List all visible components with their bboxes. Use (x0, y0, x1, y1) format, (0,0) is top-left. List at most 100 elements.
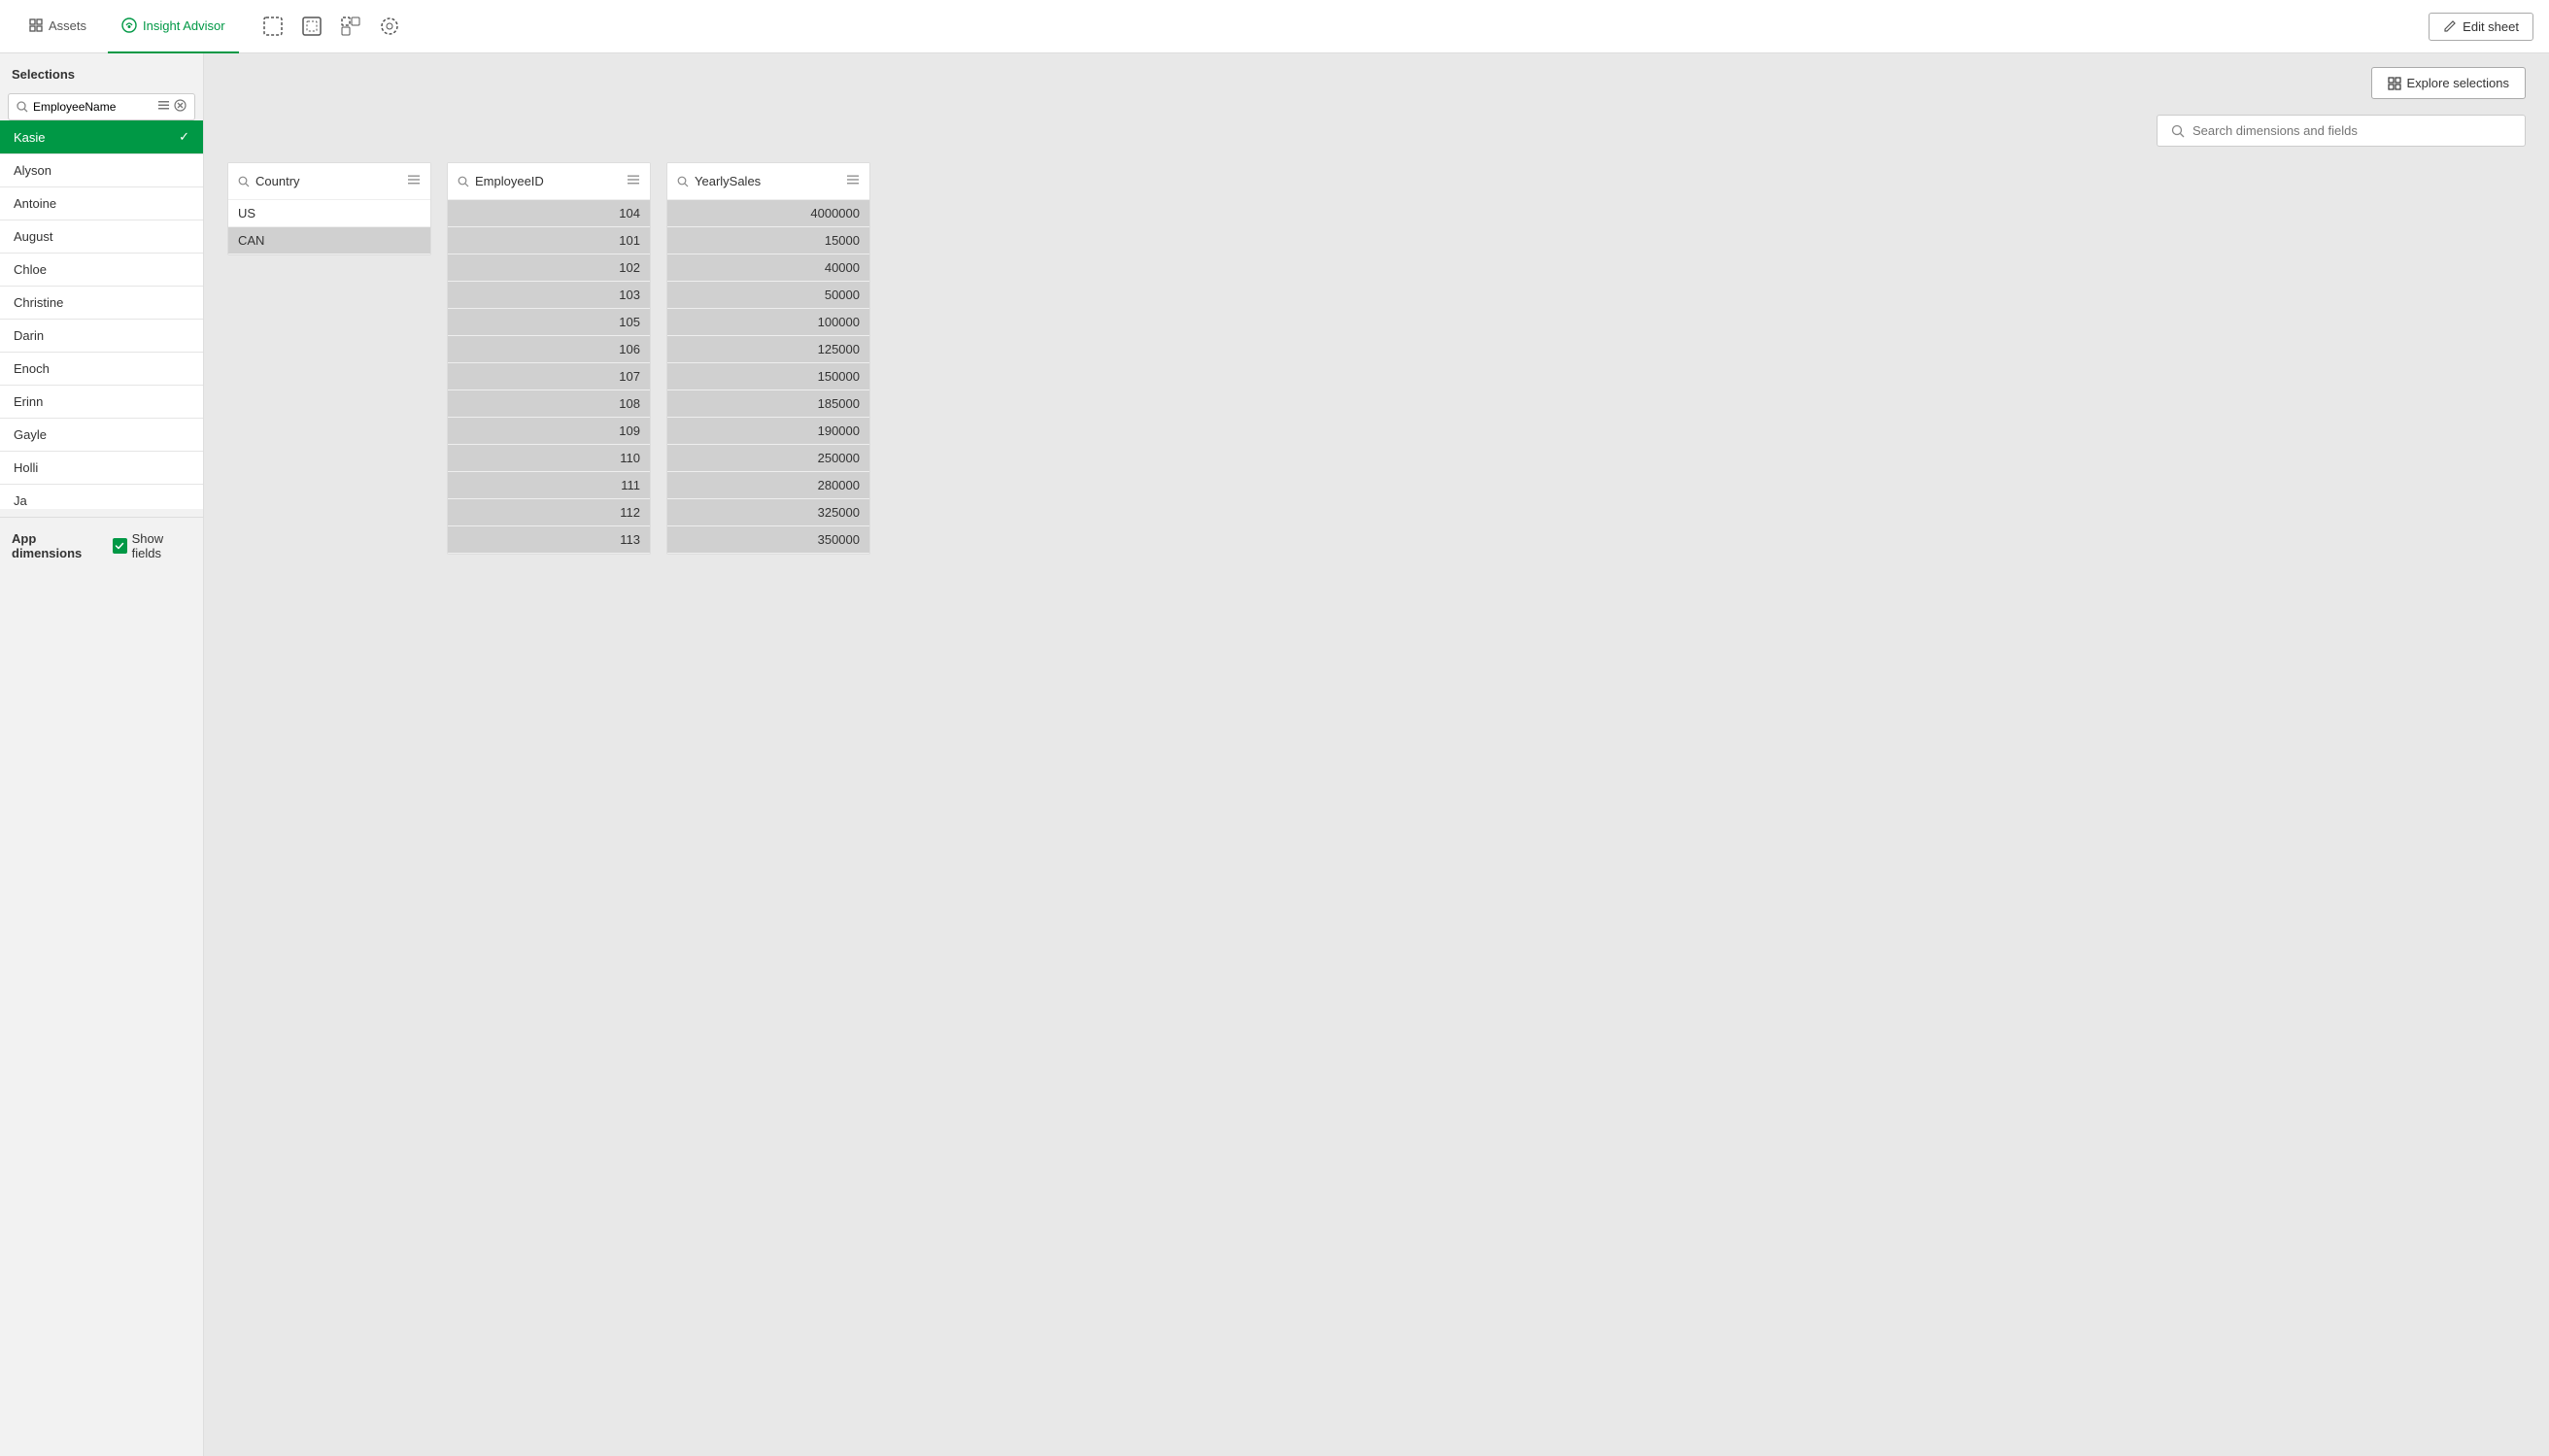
yearlysales-search-icon (677, 176, 689, 187)
explore-bar: Explore selections (204, 53, 2549, 107)
country-menu-icon[interactable] (407, 173, 421, 189)
ysales-row-190000[interactable]: 190000 (667, 418, 869, 445)
selection-item-alyson[interactable]: Alyson (0, 154, 203, 187)
show-fields-toggle[interactable]: Show fields (113, 531, 191, 560)
check-icon-toggle (115, 541, 124, 551)
selection-item-erinn[interactable]: Erinn (0, 386, 203, 419)
employeeid-card-title: EmployeeID (458, 174, 544, 188)
yearlysales-menu-icon[interactable] (846, 173, 860, 189)
country-row-can[interactable]: CAN (228, 227, 430, 254)
ysales-row-40000[interactable]: 40000 (667, 254, 869, 282)
yearlysales-title-text: YearlySales (695, 174, 761, 188)
tab-insight-label: Insight Advisor (143, 18, 225, 33)
selection-item-ja[interactable]: Ja (0, 485, 203, 509)
dimension-cards: Country US (227, 162, 2526, 555)
ysales-row-100000[interactable]: 100000 (667, 309, 869, 336)
dimension-search-bar (227, 107, 2526, 158)
selection-item-darin[interactable]: Darin (0, 320, 203, 353)
ysales-row-250000[interactable]: 250000 (667, 445, 869, 472)
app-dimensions-header: App dimensions Show fields (0, 517, 203, 568)
ysales-row-280000[interactable]: 280000 (667, 472, 869, 499)
yearlysales-card-body: 4000000 15000 40000 50000 100000 125000 … (667, 200, 869, 554)
empid-row-101[interactable]: 101 (448, 227, 650, 254)
selection-item-holli[interactable]: Holli (0, 452, 203, 485)
filter-search-icon (17, 101, 28, 113)
ysales-row-50000[interactable]: 50000 (667, 282, 869, 309)
select-icon-1[interactable] (262, 16, 284, 37)
employeeid-card-body: 104 101 102 103 105 106 107 108 109 110 … (448, 200, 650, 554)
clear-filter-icon[interactable] (174, 99, 187, 115)
employeeid-menu-icon[interactable] (627, 173, 640, 189)
employee-search-input[interactable] (33, 100, 157, 114)
country-search-icon (238, 176, 250, 187)
employeeid-card: EmployeeID 104 101 102 (447, 162, 651, 555)
employeeid-search-icon (458, 176, 469, 187)
employee-filter-box[interactable] (8, 93, 195, 120)
country-card: Country US (227, 162, 431, 255)
dim-search-box[interactable] (2157, 115, 2526, 147)
selections-title: Selections (0, 53, 203, 89)
empid-row-111[interactable]: 111 (448, 472, 650, 499)
left-panel: Selections (0, 53, 204, 1456)
nav-tabs: Assets Insight Advisor (16, 0, 400, 53)
selection-item-antoine[interactable]: Antoine (0, 187, 203, 220)
ysales-row-4000000[interactable]: 4000000 (667, 200, 869, 227)
tab-assets[interactable]: Assets (16, 0, 100, 53)
country-row-us[interactable]: US (228, 200, 430, 227)
select-icon-2[interactable] (301, 16, 323, 37)
empid-row-104[interactable]: 104 (448, 200, 650, 227)
empid-row-112[interactable]: 112 (448, 499, 650, 526)
selection-item-gayle[interactable]: Gayle (0, 419, 203, 452)
select-icon-4[interactable] (379, 16, 400, 37)
employeeid-title-text: EmployeeID (475, 174, 544, 188)
empid-row-105[interactable]: 105 (448, 309, 650, 336)
country-card-header: Country (228, 163, 430, 200)
pencil-icon (2443, 19, 2457, 33)
main-content: Selections (0, 53, 2549, 1456)
ysales-row-15000[interactable]: 15000 (667, 227, 869, 254)
edit-sheet-button[interactable]: Edit sheet (2429, 13, 2533, 41)
ysales-row-325000[interactable]: 325000 (667, 499, 869, 526)
tab-insight-advisor[interactable]: Insight Advisor (108, 0, 239, 53)
empid-row-103[interactable]: 103 (448, 282, 650, 309)
assets-icon (29, 18, 43, 32)
selection-item-august[interactable]: August (0, 220, 203, 254)
explore-selections-label: Explore selections (2407, 76, 2510, 90)
check-icon: ✓ (179, 129, 189, 145)
select-icon-3[interactable] (340, 16, 361, 37)
selection-item-kasie[interactable]: Kasie ✓ (0, 120, 203, 154)
show-fields-label: Show fields (132, 531, 191, 560)
tab-assets-label: Assets (49, 18, 86, 33)
empid-row-109[interactable]: 109 (448, 418, 650, 445)
dim-search-icon (2171, 124, 2185, 138)
dim-search-input[interactable] (2192, 123, 2511, 138)
explore-icon (2388, 77, 2401, 90)
explore-selections-button[interactable]: Explore selections (2371, 67, 2527, 99)
selection-item-chloe[interactable]: Chloe (0, 254, 203, 287)
empid-row-113[interactable]: 113 (448, 526, 650, 554)
filter-icons (157, 99, 187, 115)
empid-row-110[interactable]: 110 (448, 445, 650, 472)
ysales-row-125000[interactable]: 125000 (667, 336, 869, 363)
list-view-icon[interactable] (157, 99, 170, 115)
dimension-area: Country US (204, 107, 2549, 1456)
ysales-row-350000[interactable]: 350000 (667, 526, 869, 554)
yearlysales-card-title: YearlySales (677, 174, 761, 188)
employeeid-card-header: EmployeeID (448, 163, 650, 200)
selection-item-christine[interactable]: Christine (0, 287, 203, 320)
top-navigation: Assets Insight Advisor (0, 0, 2549, 53)
empid-row-107[interactable]: 107 (448, 363, 650, 390)
country-card-title: Country (238, 174, 300, 188)
empid-row-108[interactable]: 108 (448, 390, 650, 418)
selection-list: Kasie ✓ Alyson Antoine August Chloe Chri… (0, 120, 203, 509)
toggle-checkbox[interactable] (113, 538, 127, 554)
empid-row-102[interactable]: 102 (448, 254, 650, 282)
right-area: Explore selections (204, 53, 2549, 1456)
country-title-text: Country (255, 174, 300, 188)
ysales-row-150000[interactable]: 150000 (667, 363, 869, 390)
empid-row-106[interactable]: 106 (448, 336, 650, 363)
selection-item-enoch[interactable]: Enoch (0, 353, 203, 386)
ysales-row-185000[interactable]: 185000 (667, 390, 869, 418)
country-card-body: US CAN (228, 200, 430, 254)
yearlysales-card-header: YearlySales (667, 163, 869, 200)
